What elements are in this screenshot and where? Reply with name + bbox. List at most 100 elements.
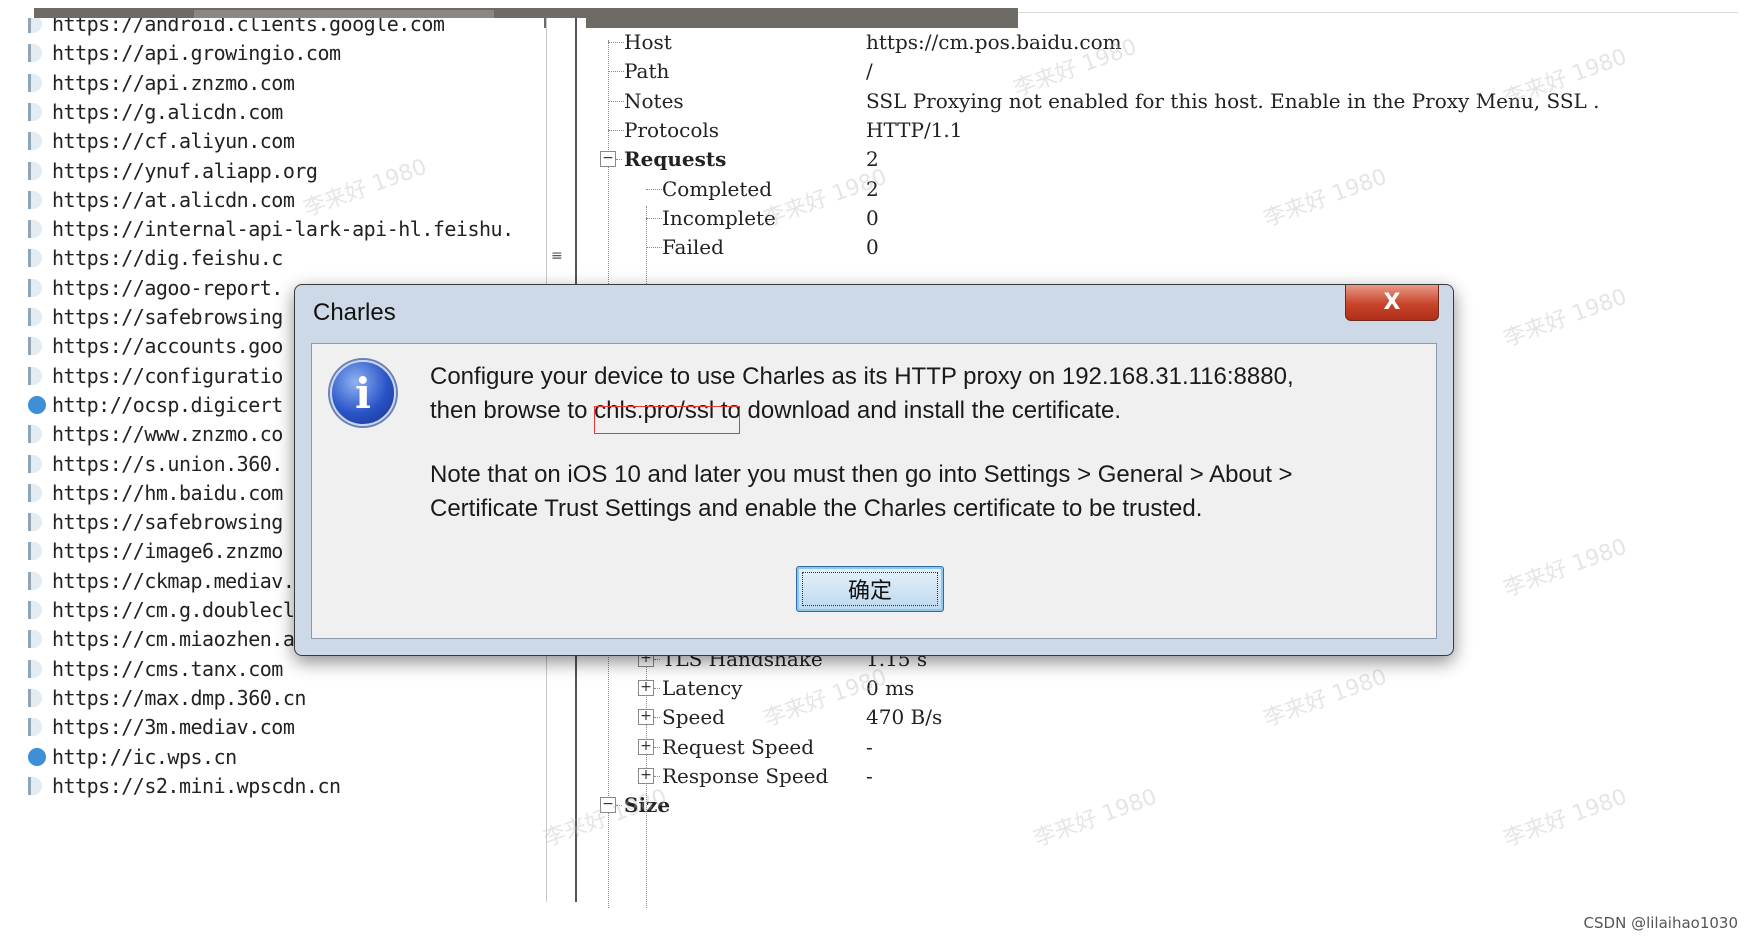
tree-connector: [616, 159, 622, 161]
host-url: https://image6.znzmo: [52, 539, 283, 564]
lock-icon: [28, 337, 42, 356]
tree-value: 0: [866, 235, 879, 260]
expand-icon[interactable]: +: [638, 738, 654, 755]
lock-icon: [28, 601, 42, 619]
tree-value: -: [866, 763, 873, 788]
tree-label: Completed: [662, 176, 773, 201]
host-list-item[interactable]: https://3m.mediav.com: [28, 711, 544, 743]
tree-row[interactable]: Incomplete 0: [590, 202, 1740, 234]
host-list-item[interactable]: https://dig.feishu.c: [28, 242, 544, 274]
tree-value: 0 ms: [866, 675, 915, 700]
expand-icon[interactable]: +: [638, 679, 654, 696]
charles-dialog: Charles X i Configure your device to use…: [294, 284, 1454, 656]
tree-connector: [616, 805, 622, 807]
dialog-message-line-2: then browse to chls.pro/ssl to download …: [430, 394, 1121, 428]
host-url: https://android.clients.google.com: [52, 18, 445, 36]
host-list-item[interactable]: https://g.alicdn.com: [28, 96, 544, 128]
lock-icon: [28, 278, 42, 297]
collapse-icon[interactable]: −: [600, 797, 616, 814]
host-url: https://g.alicdn.com: [52, 99, 283, 124]
tree-connector: [646, 217, 662, 219]
lock-icon: [28, 102, 42, 121]
host-list-item[interactable]: https://at.alicdn.com: [28, 184, 544, 216]
dialog-body: i Configure your device to use Charles a…: [311, 343, 1437, 639]
host-list-item[interactable]: https://api.growingio.com: [28, 37, 544, 69]
tree-row[interactable]: Notes SSL Proxying not enabled for this h…: [590, 85, 1740, 117]
host-list-item[interactable]: https://max.dmp.360.cn: [28, 682, 544, 714]
lock-icon: [28, 366, 42, 385]
lock-icon: [28, 454, 42, 473]
host-url: https://ckmap.mediav.com: [52, 568, 329, 593]
tree-label: Speed: [662, 705, 725, 730]
lock-icon: [28, 220, 42, 239]
expand-icon[interactable]: +: [638, 767, 654, 784]
dialog-message-line-4: Certificate Trust Settings and enable th…: [430, 495, 1203, 522]
tree-label: Host: [624, 30, 672, 54]
host-url: https://hm.baidu.com: [52, 480, 283, 505]
tree-row[interactable]: Completed 2: [590, 173, 1740, 205]
close-icon[interactable]: X: [1384, 290, 1401, 315]
lock-icon: [28, 132, 42, 151]
tree-value: SSL Proxying not enabled for this host. …: [866, 88, 1600, 113]
host-list-item[interactable]: https://ynuf.aliapp.org: [28, 155, 544, 187]
splitter-grip-icon[interactable]: ≡: [551, 248, 563, 264]
tree-row[interactable]: − Requests 2: [590, 143, 1740, 175]
tree-connector: [608, 42, 624, 43]
host-list-item[interactable]: https://internal-api-lark-api-hl.feishu.: [28, 213, 544, 245]
ok-button[interactable]: 确定: [796, 566, 944, 612]
dialog-message-line-1: Configure your device to use Charles as …: [430, 363, 1294, 390]
expand-icon[interactable]: +: [638, 709, 654, 726]
host-list-item[interactable]: https://s2.mini.wpscdn.cn: [28, 770, 544, 802]
host-url: https://s2.mini.wpscdn.cn: [52, 773, 341, 798]
message-text: to download and install the certificate.: [714, 397, 1122, 424]
tree-label: Size: [624, 793, 671, 818]
tree-row[interactable]: + Speed 470 B/s: [590, 701, 1740, 733]
globe-icon: [28, 395, 46, 414]
host-url: http://ocsp.digicert: [52, 392, 283, 417]
host-url: http://ic.wps.cn: [52, 744, 237, 769]
tree-value: 2: [866, 147, 879, 172]
tree-connector: [646, 247, 662, 249]
lock-icon: [28, 776, 42, 795]
host-url: https://cms.tanx.com: [52, 656, 283, 681]
lock-icon: [28, 571, 42, 590]
lock-icon: [28, 630, 42, 649]
tree-value: /: [866, 59, 873, 84]
host-list-item[interactable]: https://cms.tanx.com: [28, 653, 544, 685]
host-list-item[interactable]: https://cf.aliyun.com: [28, 125, 544, 157]
lock-icon: [28, 718, 42, 737]
tree-row[interactable]: + Response Speed -: [590, 760, 1740, 792]
host-url: https://s.union.360.: [52, 451, 283, 476]
host-url: https://accounts.goo: [52, 334, 283, 359]
dialog-message-line-3: Note that on iOS 10 and later you must t…: [430, 461, 1293, 488]
host-url: https://safebrowsing: [52, 305, 283, 329]
tree-row[interactable]: + Request Speed -: [590, 731, 1740, 763]
tree-row[interactable]: + Latency 0 ms: [590, 672, 1740, 704]
tree-row[interactable]: Failed 0: [590, 231, 1740, 263]
lock-icon: [28, 18, 42, 33]
lock-icon: [28, 44, 42, 63]
tree-value: https://cm.pos.baidu.com: [866, 30, 1122, 54]
lock-icon: [28, 161, 42, 180]
collapse-icon[interactable]: −: [600, 151, 616, 168]
host-url: https://safebrowsing: [52, 510, 283, 535]
close-button[interactable]: X: [1345, 285, 1439, 321]
host-url: https://3m.mediav.com: [52, 715, 295, 740]
lock-icon: [28, 659, 42, 678]
tree-label: Failed: [662, 235, 724, 260]
lock-icon: [28, 249, 42, 268]
footer-watermark: CSDN @lilaihao1030: [1583, 914, 1738, 932]
tree-row[interactable]: − Size: [590, 789, 1740, 821]
tree-row[interactable]: Path /: [590, 55, 1740, 87]
tree-connector: [654, 746, 660, 748]
message-text: then browse to: [430, 397, 595, 424]
lock-icon: [28, 513, 42, 532]
host-list-item[interactable]: https://api.znzmo.com: [28, 67, 544, 99]
tree-row[interactable]: Host https://cm.pos.baidu.com: [590, 28, 1740, 58]
tree-row[interactable]: Protocols HTTP/1.1: [590, 114, 1740, 146]
tree-value: -: [866, 734, 873, 759]
host-list-item[interactable]: http://ic.wps.cn: [28, 741, 544, 773]
tree-label: Response Speed: [662, 763, 829, 788]
lock-icon: [28, 190, 42, 209]
tree-connector: [654, 775, 660, 777]
